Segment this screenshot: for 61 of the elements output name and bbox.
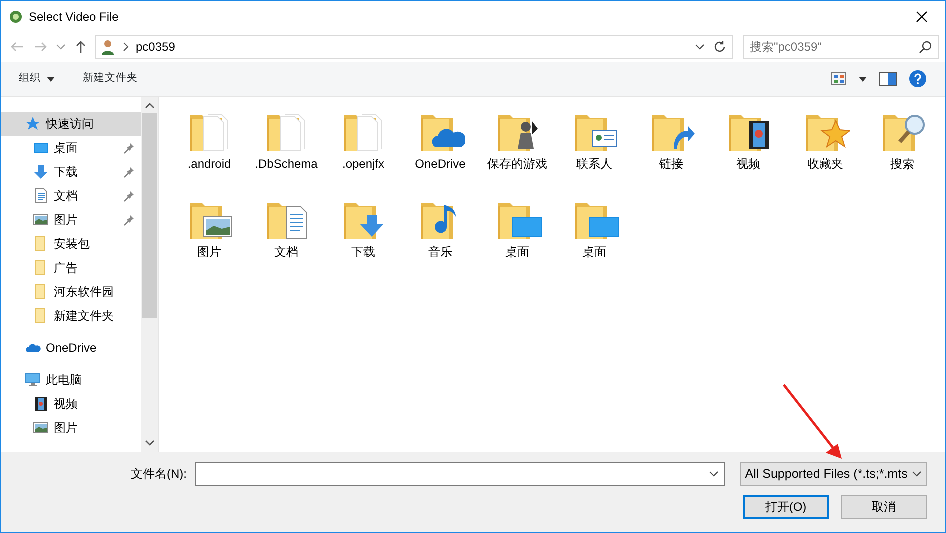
chevron-right-icon: [122, 41, 130, 53]
picture-icon: [33, 420, 49, 436]
download-arrow-icon: [33, 164, 49, 180]
view-options-icon[interactable]: [831, 71, 847, 87]
file-name[interactable]: 联系人: [558, 157, 630, 171]
scroll-up-icon: [144, 101, 154, 111]
refresh-icon[interactable]: [712, 39, 728, 55]
filename-label: 文件名(N):: [131, 466, 187, 483]
address-bar[interactable]: pc0359: [95, 35, 733, 59]
sidebar-item[interactable]: 安装包: [1, 232, 141, 256]
scroll-down-icon: [144, 438, 154, 448]
sidebar-item[interactable]: 下载: [1, 160, 141, 184]
sidebar-item[interactable]: 快速访问: [1, 112, 141, 136]
picture-icon: [33, 212, 49, 228]
preview-pane-icon[interactable]: [879, 72, 897, 86]
file-name[interactable]: .openjfx: [328, 157, 400, 171]
sidebar-item[interactable]: 桌面: [1, 136, 141, 160]
file-name[interactable]: .DbSchema: [250, 157, 322, 171]
sidebar-item[interactable]: 广告: [1, 256, 141, 280]
organize-menu-button[interactable]: 组织: [19, 71, 55, 87]
file-name[interactable]: 视频: [712, 157, 784, 171]
sidebar-item[interactable]: 河东软件园: [1, 280, 141, 304]
sidebar-item[interactable]: OneDrive: [1, 336, 141, 360]
file-name[interactable]: 搜索: [866, 157, 938, 171]
new-folder-button[interactable]: 新建文件夹: [83, 71, 138, 87]
file-name[interactable]: 桌面: [482, 245, 554, 259]
file-name[interactable]: 下载: [328, 245, 400, 259]
help-icon[interactable]: [909, 70, 927, 88]
file-name[interactable]: 桌面: [558, 245, 630, 259]
sidebar-item[interactable]: 此电脑: [1, 368, 141, 392]
file-name[interactable]: 保存的游戏: [482, 157, 554, 171]
film-strip-icon: [33, 396, 49, 412]
caret-icon[interactable]: [859, 76, 867, 82]
file-type-dropdown[interactable]: All Supported Files (*.ts;*.mts: [740, 462, 927, 486]
sidebar-item[interactable]: 文档: [1, 184, 141, 208]
star-icon: [25, 116, 41, 132]
app-icon: [9, 10, 23, 24]
sidebar-item[interactable]: 新建文件夹: [1, 304, 141, 328]
window-title: Select Video File: [29, 8, 119, 26]
search-icon: [919, 40, 933, 54]
file-name[interactable]: 音乐: [404, 245, 476, 259]
sidebar-item[interactable]: 视频: [1, 392, 141, 416]
file-name[interactable]: .android: [174, 157, 246, 171]
file-name[interactable]: 文档: [250, 245, 322, 259]
document-icon: [33, 188, 49, 204]
person-icon: [100, 39, 116, 55]
sidebar-item[interactable]: 图片: [1, 416, 141, 440]
file-name[interactable]: OneDrive: [404, 157, 476, 171]
open-button[interactable]: 打开(O): [743, 495, 829, 519]
search-field[interactable]: 搜索"pc0359": [743, 35, 939, 59]
file-name[interactable]: 图片: [174, 245, 246, 259]
filename-field[interactable]: [195, 462, 726, 486]
computer-icon: [25, 372, 41, 388]
sidebar-item[interactable]: 图片: [1, 208, 141, 232]
file-name[interactable]: 链接: [636, 157, 708, 171]
cancel-button[interactable]: 取消: [841, 495, 927, 519]
file-name[interactable]: 收藏夹: [790, 157, 862, 171]
address-path: pc0359: [136, 39, 176, 56]
scrollbar[interactable]: [141, 97, 158, 452]
monitor-icon: [33, 140, 49, 156]
caret-icon: [47, 76, 55, 82]
